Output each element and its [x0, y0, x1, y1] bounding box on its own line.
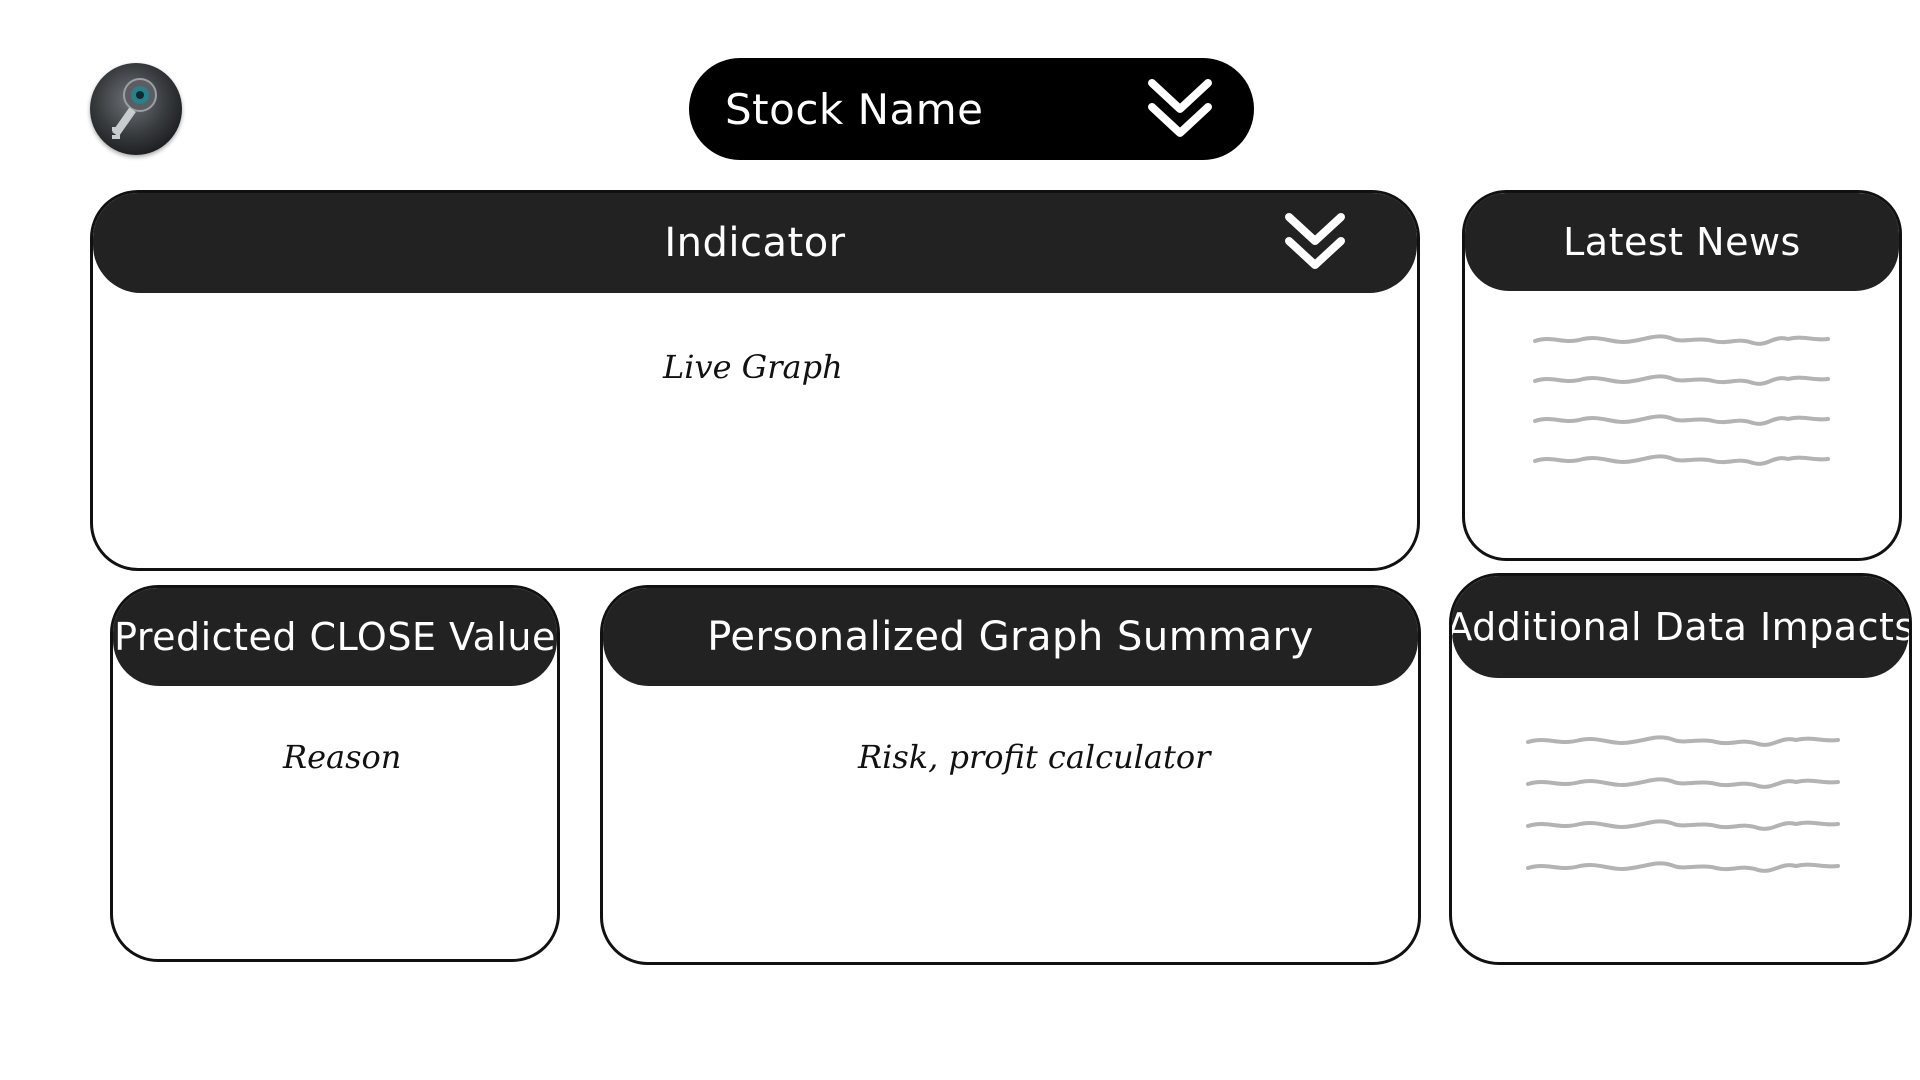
- indicator-panel: Indicator Live Graph: [90, 190, 1420, 571]
- live-graph-area[interactable]: Live Graph: [93, 293, 1417, 568]
- additional-data-header: Additional Data Impacts: [1452, 576, 1909, 678]
- double-chevron-down-icon: [1148, 79, 1212, 137]
- key-lens-logo-icon: [112, 78, 157, 139]
- stock-name-label: Stock Name: [725, 84, 984, 134]
- app-logo[interactable]: [90, 63, 182, 155]
- additional-data-panel: Additional Data Impacts: [1449, 573, 1912, 965]
- reason-label: Reason: [283, 738, 402, 776]
- graph-summary-panel: Personalized Graph Summary Risk, profit …: [600, 585, 1421, 965]
- double-chevron-down-icon: [1285, 213, 1345, 269]
- latest-news-panel: Latest News: [1462, 190, 1902, 561]
- stock-name-dropdown[interactable]: Stock Name: [689, 58, 1254, 160]
- predicted-close-title: Predicted CLOSE Value: [114, 615, 556, 659]
- risk-profit-label: Risk, profit calculator: [858, 738, 1211, 776]
- latest-news-title: Latest News: [1563, 220, 1801, 264]
- graph-summary-title: Personalized Graph Summary: [707, 614, 1314, 660]
- predicted-close-header: Predicted CLOSE Value: [113, 588, 557, 686]
- additional-data-title: Additional Data Impacts: [1449, 605, 1912, 649]
- latest-news-header: Latest News: [1465, 193, 1899, 291]
- risk-profit-calculator[interactable]: Risk, profit calculator: [603, 686, 1418, 962]
- predicted-close-content: Reason: [113, 686, 557, 959]
- indicator-dropdown[interactable]: Indicator: [93, 193, 1417, 293]
- news-placeholder-lines: [1533, 334, 1830, 466]
- impacts-placeholder-lines: [1526, 735, 1840, 873]
- indicator-title: Indicator: [664, 220, 846, 266]
- latest-news-content[interactable]: [1465, 291, 1899, 558]
- predicted-close-panel: Predicted CLOSE Value Reason: [110, 585, 560, 962]
- additional-data-content[interactable]: [1452, 678, 1909, 962]
- live-graph-label: Live Graph: [663, 348, 843, 386]
- graph-summary-header: Personalized Graph Summary: [603, 588, 1418, 686]
